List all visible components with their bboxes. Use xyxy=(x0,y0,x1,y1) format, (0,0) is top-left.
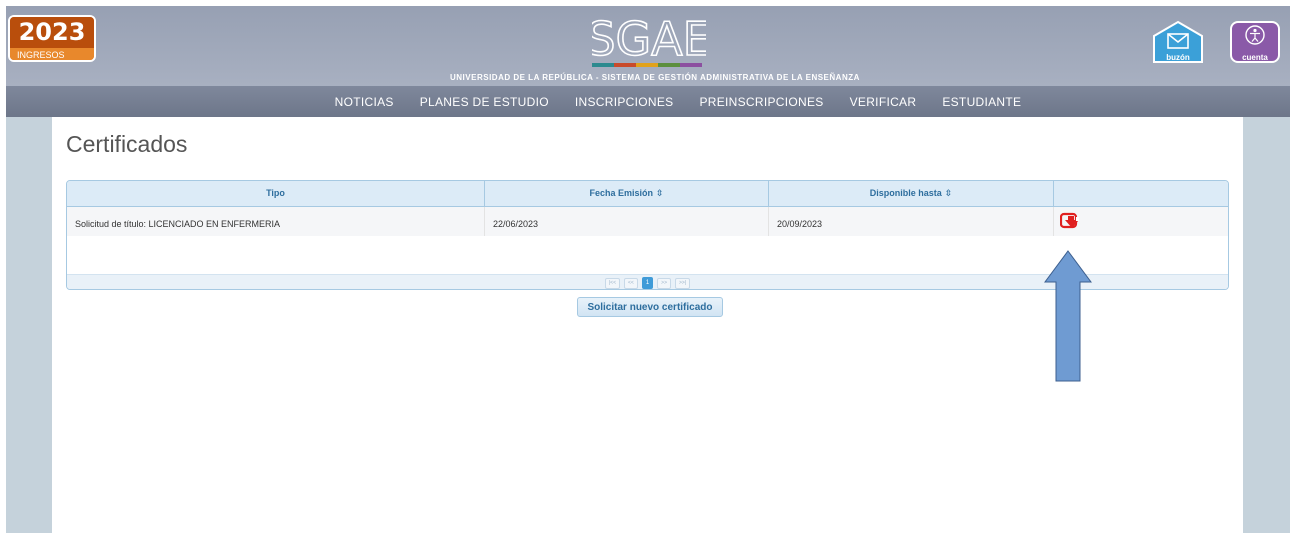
pdf-download-icon[interactable] xyxy=(1060,212,1080,230)
logo-bar-segment xyxy=(680,63,702,67)
sort-icon: ⇳ xyxy=(655,188,664,198)
nav-verificar[interactable]: VERIFICAR xyxy=(837,95,930,109)
column-header-actions xyxy=(1054,181,1228,206)
year-number: 2023 xyxy=(10,17,94,48)
header-subtitle: UNIVERSIDAD DE LA REPÚBLICA - SISTEMA DE… xyxy=(450,73,860,82)
column-header-label: Tipo xyxy=(266,188,285,198)
cell-actions xyxy=(1054,207,1228,236)
sort-icon: ⇳ xyxy=(944,188,953,198)
nav-preinscripciones[interactable]: PREINSCRIPCIONES xyxy=(686,95,836,109)
mailbox-label: buzón xyxy=(1166,53,1190,62)
logo-text: SGAE xyxy=(592,15,706,61)
logo-bar-segment xyxy=(614,63,636,67)
page-title: Certificados xyxy=(66,131,188,157)
right-side-panel xyxy=(1243,117,1290,533)
year-subtitle: INGRESOS xyxy=(10,48,94,60)
logo-bar-segment xyxy=(636,63,658,67)
pager-first-button[interactable]: |<< xyxy=(604,277,620,289)
sgae-logo: SGAE xyxy=(592,15,706,61)
account-label: cuenta xyxy=(1242,53,1268,62)
cell-fecha-emision: 22/06/2023 xyxy=(485,207,769,236)
main-nav: NOTICIAS PLANES DE ESTUDIO INSCRIPCIONES… xyxy=(6,86,1290,117)
pager-current-page[interactable]: 1 xyxy=(641,277,654,289)
logo-color-bar xyxy=(592,63,702,67)
column-header-disponible-hasta[interactable]: Disponible hasta ⇳ xyxy=(769,181,1054,206)
table-header: Tipo Fecha Emisión ⇳ Disponible hasta ⇳ xyxy=(67,181,1228,207)
year-badge[interactable]: 2023 INGRESOS xyxy=(8,15,96,62)
column-header-label: Disponible hasta xyxy=(869,188,942,198)
annotation-arrow-icon xyxy=(1044,250,1092,382)
logo-bar-segment xyxy=(592,63,614,67)
account-button[interactable]: cuenta xyxy=(1229,20,1281,66)
cell-tipo: Solicitud de título: LICENCIADO EN ENFER… xyxy=(67,207,485,236)
column-header-label: Fecha Emisión xyxy=(589,188,653,198)
nav-planes-de-estudio[interactable]: PLANES DE ESTUDIO xyxy=(407,95,562,109)
column-header-tipo[interactable]: Tipo xyxy=(67,181,485,206)
app-frame: 2023 INGRESOS SGAE UNIVERSIDAD DE LA REP… xyxy=(0,0,1290,533)
cell-disponible-hasta: 20/09/2023 xyxy=(769,207,1054,236)
nav-inscripciones[interactable]: INSCRIPCIONES xyxy=(562,95,687,109)
pager-last-button[interactable]: >>| xyxy=(675,277,691,289)
pager-next-button[interactable]: >> xyxy=(657,277,672,289)
request-new-certificate-button[interactable]: Solicitar nuevo certificado xyxy=(577,297,723,317)
mailbox-button[interactable]: buzón xyxy=(1152,20,1204,66)
pager-prev-button[interactable]: << xyxy=(623,277,638,289)
nav-noticias[interactable]: NOTICIAS xyxy=(322,95,407,109)
table-row: Solicitud de título: LICENCIADO EN ENFER… xyxy=(67,207,1228,236)
logo-bar-segment xyxy=(658,63,680,67)
left-side-panel xyxy=(6,117,52,533)
nav-estudiante[interactable]: ESTUDIANTE xyxy=(929,95,1034,109)
column-header-fecha-emision[interactable]: Fecha Emisión ⇳ xyxy=(485,181,769,206)
